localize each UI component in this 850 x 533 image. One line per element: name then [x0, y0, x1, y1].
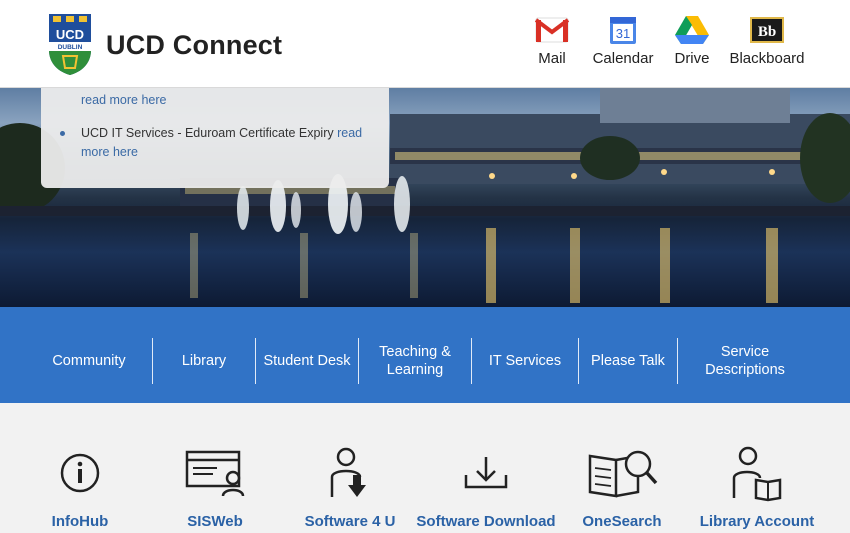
tile-infohub[interactable]: InfoHub [5, 443, 155, 530]
web-profile-icon [140, 443, 290, 503]
drive-icon [675, 14, 709, 46]
nav-divider [358, 338, 359, 384]
svg-text:UCD: UCD [56, 27, 84, 42]
news-item-text: UCD IT Services - Eduroam Certificate Ex… [81, 126, 338, 140]
svg-text:31: 31 [616, 26, 630, 41]
blackboard-label: Blackboard [729, 50, 805, 67]
tile-label: Library Account [699, 513, 815, 530]
nav-item-library[interactable]: Library [153, 338, 255, 384]
main-nav: Community Library Student Desk Teaching … [0, 307, 850, 403]
nav-item-community[interactable]: Community [28, 338, 150, 384]
blackboard-icon: Bb [749, 14, 785, 46]
nav-item-please-talk[interactable]: Please Talk [579, 338, 677, 384]
tile-software-download[interactable]: Software Download [411, 443, 561, 530]
svg-text:DUBLIN: DUBLIN [58, 44, 83, 51]
calendar-label: Calendar [592, 50, 654, 67]
tile-onesearch[interactable]: OneSearch [547, 443, 697, 530]
campus-hero-image: read more here UCD IT Services - Eduroam… [0, 88, 850, 307]
quick-links: InfoHub SISWeb Software 4 U Software Dow… [0, 403, 850, 533]
mail-app-link[interactable]: Mail [517, 14, 587, 67]
tile-software-4-u[interactable]: Software 4 U [275, 443, 425, 530]
calendar-app-link[interactable]: 31 Calendar [588, 14, 658, 67]
nav-item-it-services[interactable]: IT Services [472, 338, 578, 384]
nav-item-student-desk[interactable]: Student Desk [256, 338, 358, 384]
tile-label: InfoHub [51, 513, 109, 530]
calendar-icon: 31 [609, 14, 637, 46]
book-search-icon [547, 443, 697, 503]
mail-label: Mail [538, 50, 566, 67]
person-download-icon [275, 443, 425, 503]
news-item: UCD IT Services - Eduroam Certificate Ex… [60, 124, 371, 162]
gmail-icon [535, 14, 569, 46]
bullet-icon [60, 131, 65, 136]
drive-label: Drive [674, 50, 710, 67]
nav-divider [677, 338, 678, 384]
app-launcher: Mail 31 Calendar Drive Bb Blackboard [517, 14, 810, 67]
tile-label: Software Download [416, 513, 556, 530]
tile-label: Software 4 U [304, 513, 396, 530]
read-more-link[interactable]: read more here [81, 93, 166, 107]
tile-label: OneSearch [582, 513, 662, 530]
download-tray-icon [411, 443, 561, 503]
person-book-icon [682, 443, 832, 503]
tile-sisweb[interactable]: SISWeb [140, 443, 290, 530]
site-title: UCD Connect [106, 30, 283, 60]
ucd-crest-logo[interactable]: UCD DUBLIN [47, 12, 93, 76]
svg-text:Bb: Bb [758, 24, 776, 40]
drive-app-link[interactable]: Drive [660, 14, 724, 67]
nav-item-teaching-learning[interactable]: Teaching & Learning [368, 338, 462, 384]
info-icon [5, 443, 155, 503]
news-item: read more here [81, 91, 371, 110]
tile-label: SISWeb [187, 513, 243, 530]
nav-item-service-descriptions[interactable]: Service Descriptions [690, 338, 800, 384]
site-header: UCD DUBLIN UCD Connect Mail 31 Calendar … [0, 0, 850, 88]
news-panel: read more here UCD IT Services - Eduroam… [41, 88, 389, 188]
tile-library-account[interactable]: Library Account [682, 443, 832, 530]
blackboard-app-link[interactable]: Bb Blackboard [724, 14, 810, 67]
